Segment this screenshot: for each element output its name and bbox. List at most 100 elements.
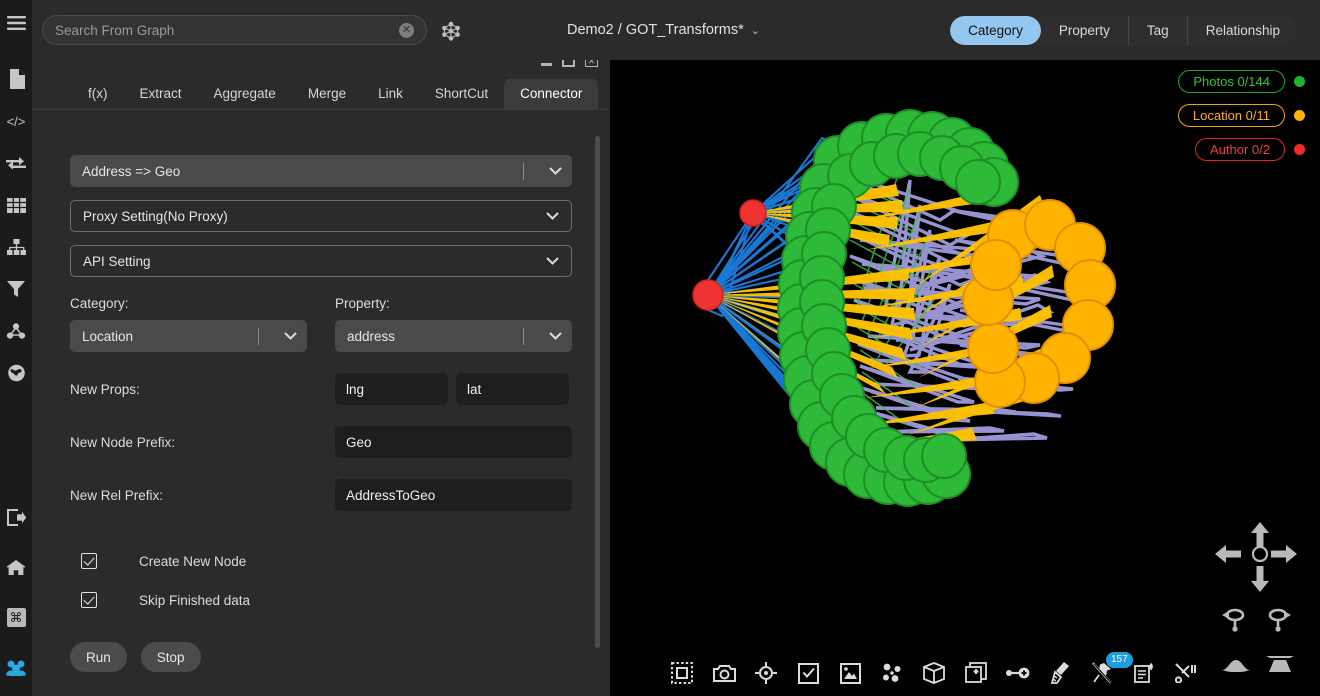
svg-text:</>: </> [7, 114, 26, 128]
pan-down-icon[interactable] [1248, 566, 1272, 592]
table-icon[interactable] [0, 184, 32, 226]
create-new-node-row: Create New Node [70, 553, 572, 569]
left-icon-rail: </> ⌘ [0, 0, 32, 696]
perspective-flat-icon[interactable] [1222, 654, 1250, 674]
category-property-row: Category: Location Property: address [70, 296, 572, 352]
cluster-icon[interactable] [880, 661, 904, 685]
menu-icon[interactable] [0, 0, 32, 46]
chevron-down-icon [538, 332, 572, 340]
tab-category[interactable]: Category [950, 16, 1041, 45]
category-label: Category: [70, 296, 307, 311]
note-icon[interactable] [1132, 661, 1156, 685]
transform-select-value: Address => Geo [82, 164, 523, 179]
proxy-setting-select[interactable]: Proxy Setting(No Proxy) [70, 200, 572, 232]
tab-link[interactable]: Link [362, 79, 419, 109]
new-props-label: New Props: [70, 382, 335, 397]
target-icon[interactable] [754, 661, 778, 685]
unpin-count-badge: 157 [1106, 652, 1133, 668]
tab-property[interactable]: Property [1041, 16, 1129, 45]
transform-select[interactable]: Address => Geo [70, 155, 572, 187]
legend-item-photos[interactable]: Photos 0/144 [1178, 70, 1305, 93]
brush-icon[interactable] [1048, 661, 1072, 685]
transfer-icon[interactable] [0, 142, 32, 184]
chevron-down-icon: ⌄ [751, 24, 760, 37]
add-layer-icon[interactable] [964, 661, 988, 685]
select-box-icon[interactable] [670, 661, 694, 685]
unpin-icon[interactable]: 157 [1090, 661, 1114, 685]
image-frame-icon[interactable] [838, 661, 862, 685]
tab-shortcut[interactable]: ShortCut [419, 79, 504, 109]
new-props-lat-input[interactable] [456, 373, 569, 405]
new-rel-prefix-input[interactable] [335, 479, 572, 511]
camera-icon[interactable] [712, 661, 736, 685]
category-group: Category: Location [70, 296, 307, 352]
rotate-right-icon[interactable] [1263, 606, 1293, 632]
search-bar[interactable]: ✕ [42, 15, 427, 45]
team-icon[interactable] [0, 646, 32, 688]
legend-pill-photos[interactable]: Photos 0/144 [1178, 70, 1285, 93]
new-rel-prefix-label: New Rel Prefix: [70, 488, 335, 503]
tab-extract[interactable]: Extract [124, 79, 198, 109]
create-new-node-checkbox[interactable] [81, 553, 97, 569]
property-label: Property: [335, 296, 572, 311]
home-icon[interactable] [0, 546, 32, 588]
network-icon[interactable] [0, 310, 32, 352]
legend-item-author[interactable]: Author 0/2 [1195, 138, 1305, 161]
property-group: Property: address [335, 296, 572, 352]
new-props-row: New Props: [70, 373, 572, 405]
transform-panel: ✕ f(x) Extract Aggregate Merge Link Shor… [32, 44, 610, 696]
check-frame-icon[interactable] [796, 661, 820, 685]
scissors-icon[interactable] [1174, 661, 1198, 685]
tab-connector[interactable]: Connector [504, 79, 598, 109]
api-setting-select[interactable]: API Setting [70, 245, 572, 277]
pan-center-icon[interactable] [1251, 545, 1269, 563]
skip-finished-data-label: Skip Finished data [139, 593, 250, 608]
tab-aggregate[interactable]: Aggregate [198, 79, 292, 109]
hierarchy-icon[interactable] [0, 226, 32, 268]
run-button[interactable]: Run [70, 642, 127, 672]
property-select[interactable]: address [335, 320, 572, 352]
legend-pill-author[interactable]: Author 0/2 [1195, 138, 1285, 161]
api-setting-value: API Setting [83, 254, 533, 269]
pan-left-icon[interactable] [1215, 542, 1241, 566]
skip-finished-data-checkbox[interactable] [81, 592, 97, 608]
new-node-prefix-input[interactable] [335, 426, 572, 458]
globe-icon[interactable] [0, 352, 32, 394]
graph-canvas[interactable]: Photos 0/144 Location 0/11 Author 0/2 [610, 60, 1320, 696]
new-props-lng-input[interactable] [335, 373, 448, 405]
legend-pill-location[interactable]: Location 0/11 [1178, 104, 1285, 127]
molecule-settings-icon[interactable] [440, 20, 462, 42]
rotate-left-icon[interactable] [1220, 606, 1250, 632]
proxy-setting-value: Proxy Setting(No Proxy) [83, 209, 533, 224]
logout-icon[interactable] [0, 496, 32, 538]
create-new-node-label: Create New Node [139, 554, 246, 569]
project-breadcrumb[interactable]: Demo2 / GOT_Transforms* ⌄ [567, 0, 760, 60]
select-divider [258, 328, 259, 345]
document-icon[interactable] [0, 58, 32, 100]
command-icon[interactable]: ⌘ [0, 596, 32, 638]
stop-button[interactable]: Stop [141, 642, 201, 672]
tab-tag[interactable]: Tag [1129, 16, 1188, 45]
category-legend: Photos 0/144 Location 0/11 Author 0/2 [1178, 70, 1305, 161]
top-bar: ✕ Demo2 / GOT_Transforms* ⌄ Category Pro… [32, 0, 1320, 60]
code-icon[interactable]: </> [0, 100, 32, 142]
category-select[interactable]: Location [70, 320, 307, 352]
node-link-icon[interactable] [1006, 661, 1030, 685]
navigation-pad [1210, 514, 1310, 690]
legend-dot-photos [1294, 76, 1305, 87]
pan-right-icon[interactable] [1271, 542, 1297, 566]
cube-icon[interactable] [922, 661, 946, 685]
filter-icon[interactable] [0, 268, 32, 310]
chevron-down-icon [538, 167, 572, 175]
panel-scrollbar[interactable] [595, 136, 600, 648]
perspective-persp-icon[interactable] [1266, 652, 1294, 674]
tab-relationship[interactable]: Relationship [1188, 16, 1298, 45]
tab-merge[interactable]: Merge [292, 79, 362, 109]
chevron-down-icon [533, 257, 571, 265]
search-input[interactable] [55, 23, 399, 38]
clear-search-icon[interactable]: ✕ [399, 23, 414, 38]
skip-finished-data-row: Skip Finished data [70, 592, 572, 608]
legend-item-location[interactable]: Location 0/11 [1178, 104, 1305, 127]
tab-fx[interactable]: f(x) [72, 79, 124, 109]
new-node-prefix-row: New Node Prefix: [70, 426, 572, 458]
